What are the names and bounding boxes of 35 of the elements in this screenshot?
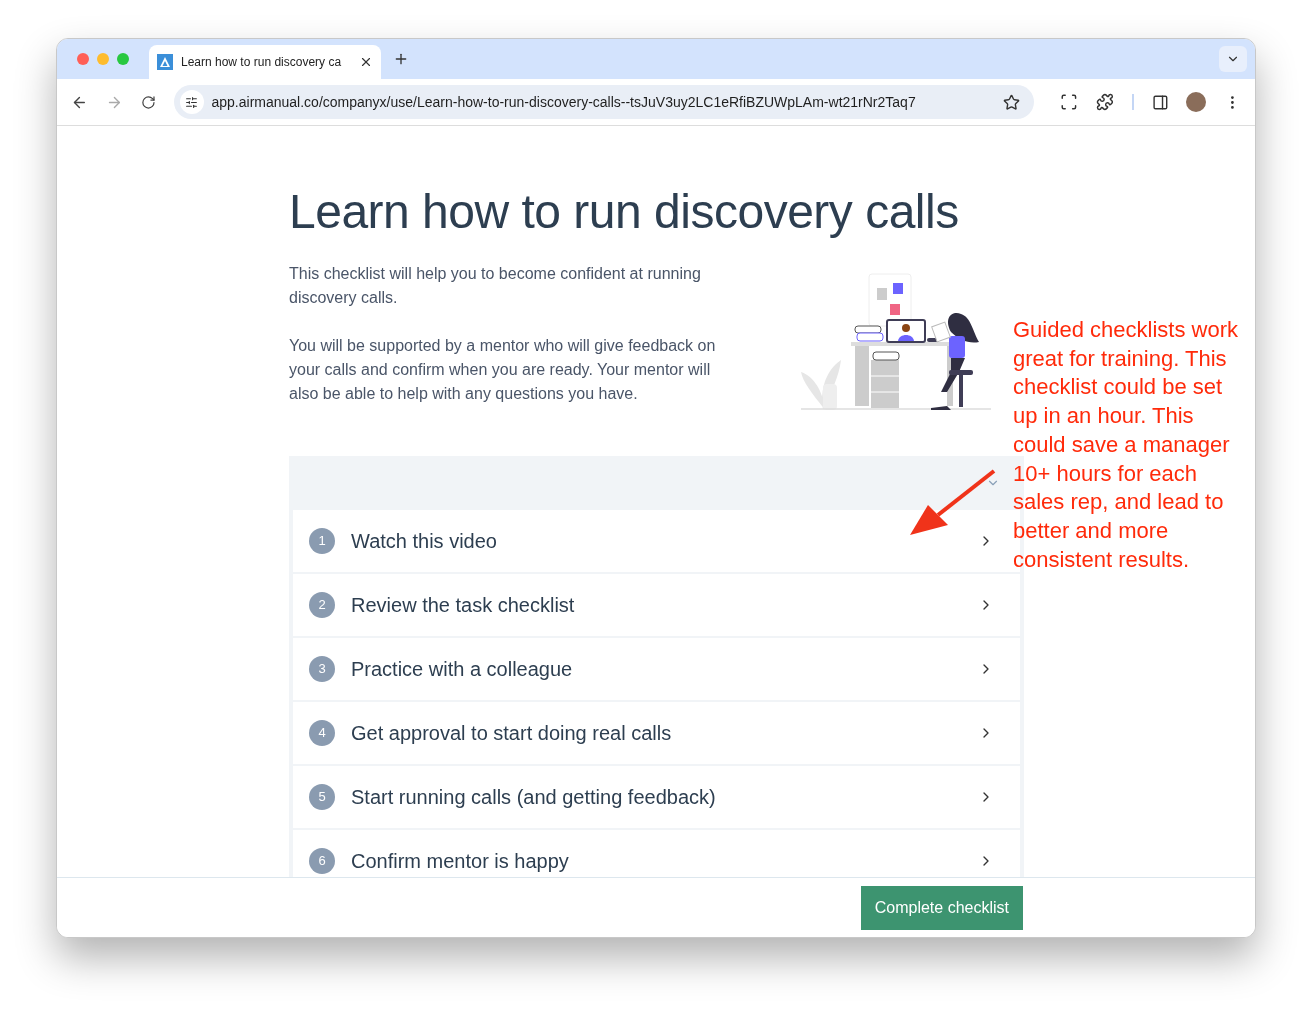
step-number: 6 — [309, 848, 335, 874]
step-title: Watch this video — [351, 529, 498, 554]
step-title: Practice with a colleague — [351, 657, 574, 682]
page-title: Learn how to run discovery calls — [289, 184, 960, 240]
bookmark-star-icon[interactable] — [1002, 93, 1020, 111]
checklist-item[interactable]: 5 Start running calls (and getting feedback) — [293, 766, 1020, 828]
step-number: 5 — [309, 784, 335, 810]
intro-paragraph: This checklist will help you to become confident at running discovery calls. — [289, 264, 702, 308]
screen-capture-icon[interactable] — [1059, 93, 1078, 111]
triangle-logo-icon — [157, 54, 173, 70]
reload-icon[interactable] — [140, 94, 156, 110]
new-tab-icon[interactable] — [393, 51, 409, 67]
close-icon[interactable] — [359, 55, 373, 69]
step-number: 1 — [309, 528, 335, 554]
checklist-item[interactable]: 3 Practice with a colleague — [293, 638, 1020, 700]
checklist-item[interactable]: 2 Review the task checklist — [293, 574, 1020, 636]
step-number: 3 — [309, 656, 335, 682]
intro-paragraph: You will be supported by a mentor who will give feedback on your calls and confirm when you are ready. Your mentor will also be able to help with any questions you have. — [289, 336, 717, 404]
step-title: Review the task checklist — [351, 593, 576, 618]
browser-tab[interactable]: Learn how to run discovery ca — [149, 45, 381, 79]
step-number: 4 — [309, 720, 335, 746]
tab-title: Learn how to run discovery ca — [181, 54, 343, 71]
checklist-item[interactable]: 6 Confirm mentor is happy — [293, 830, 1020, 877]
site-settings-icon[interactable] — [179, 90, 204, 114]
address-bar[interactable]: app.airmanual.co/companyx/use/Learn-how-to-run-discovery-calls--tsJuV3uy2LC1eRfiBZUWpLAm-wt21rNr2Taq7 — [173, 85, 1034, 119]
url-text: app.airmanual.co/companyx/use/Learn-how-to-run-discovery-calls--tsJuV3uy2LC1eRfiBZUWpLAm-wt21rNr2Taq7 — [211, 92, 917, 112]
complete-checklist-button[interactable]: Complete checklist — [860, 885, 1023, 930]
step-title: Start running calls (and getting feedback) — [351, 785, 717, 810]
side-panel-icon[interactable] — [1151, 93, 1169, 111]
step-title: Get approval to start doing real calls — [351, 721, 673, 746]
extensions-icon[interactable] — [1095, 93, 1114, 111]
checklist-item[interactable]: 4 Get approval to start doing real calls — [293, 702, 1020, 764]
avatar-icon[interactable] — [1186, 92, 1207, 112]
step-number: 2 — [309, 592, 335, 618]
step-title: Confirm mentor is happy — [351, 849, 570, 874]
